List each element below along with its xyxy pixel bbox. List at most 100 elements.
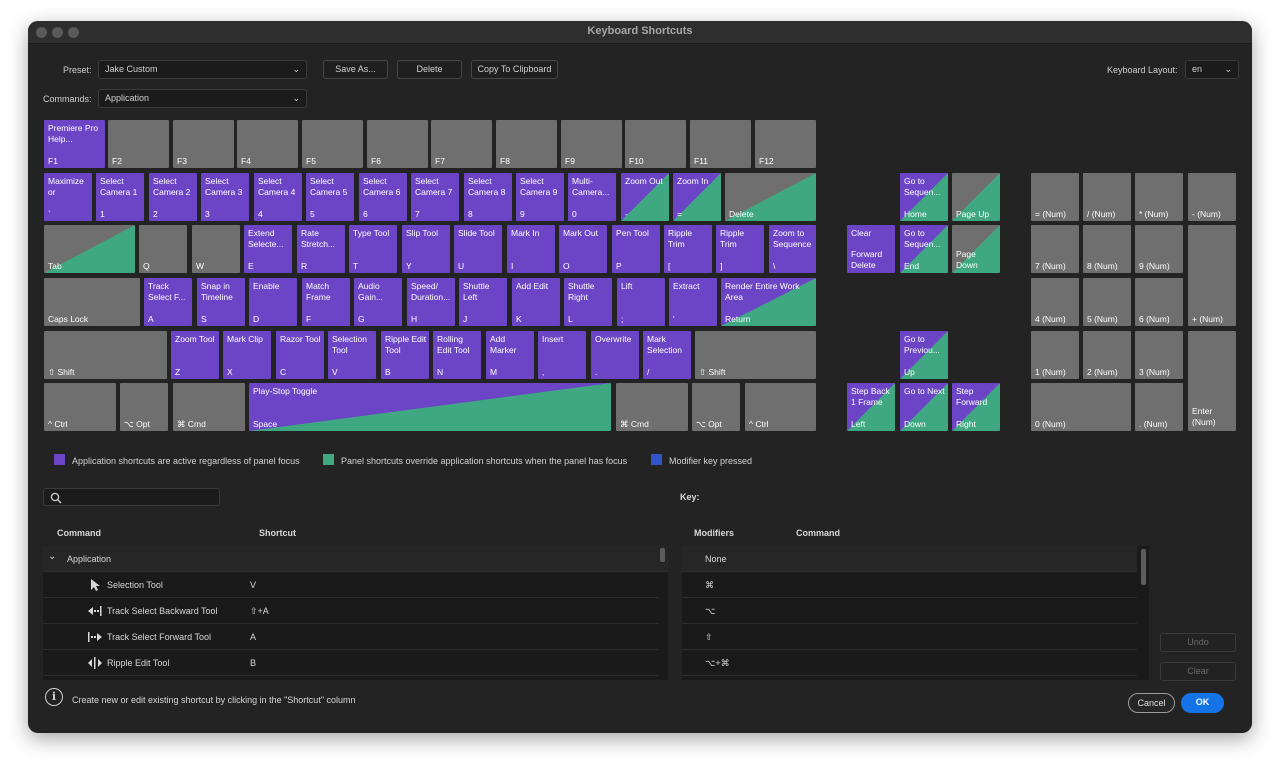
- key-right-cmd[interactable]: ⌘ Cmd: [616, 383, 688, 431]
- key-f[interactable]: Match Frame F: [302, 278, 350, 326]
- key-f10[interactable]: F10: [625, 120, 686, 168]
- key-delete[interactable]: Delete: [725, 173, 816, 221]
- column-header-shortcut[interactable]: Shortcut: [259, 528, 296, 538]
- key-tab[interactable]: Tab: [44, 225, 135, 273]
- commands-dropdown[interactable]: Application ⌄: [98, 89, 307, 108]
- key-forward-delete[interactable]: Clear Forward Delete: [847, 225, 895, 273]
- key-left-shift[interactable]: ⇧ Shift: [44, 331, 167, 379]
- save-as-button[interactable]: Save As...: [323, 60, 388, 79]
- key-space[interactable]: Play-Stop Toggle Space: [249, 383, 611, 431]
- key-num-add[interactable]: + (Num): [1188, 225, 1236, 326]
- key-p[interactable]: Pen Tool P: [612, 225, 660, 273]
- key-n[interactable]: Rolling Edit Tool N: [433, 331, 481, 379]
- key-l[interactable]: Shuttle Right L: [564, 278, 612, 326]
- key-c[interactable]: Razor Tool C: [276, 331, 324, 379]
- key-v[interactable]: Selection Tool V: [328, 331, 376, 379]
- key-w[interactable]: W: [192, 225, 240, 273]
- table-row[interactable]: Ripple Edit Tool B: [43, 650, 658, 676]
- shortcut-value[interactable]: ⇧+A: [250, 606, 269, 617]
- modifier-row[interactable]: ⌥: [682, 598, 1137, 624]
- copy-to-clipboard-button[interactable]: Copy To Clipboard: [471, 60, 558, 79]
- delete-preset-button[interactable]: Delete: [397, 60, 462, 79]
- key-0[interactable]: Multi-Camera... 0: [568, 173, 616, 221]
- key-o[interactable]: Mark Out O: [559, 225, 607, 273]
- key-num-divide[interactable]: / (Num): [1083, 173, 1131, 221]
- key-m[interactable]: Add Marker M: [486, 331, 534, 379]
- key-down-arrow[interactable]: Go to Next Down: [900, 383, 948, 431]
- key-f2[interactable]: F2: [108, 120, 169, 168]
- chevron-down-icon[interactable]: ⌄: [48, 551, 56, 562]
- key-equal[interactable]: Zoom In =: [673, 173, 721, 221]
- key-e[interactable]: Extend Selecte... E: [244, 225, 292, 273]
- key-left-arrow[interactable]: Step Back 1 Frame Left: [847, 383, 895, 431]
- key-k[interactable]: Add Edit K: [512, 278, 560, 326]
- key-left-bracket[interactable]: Ripple Trim [: [664, 225, 712, 273]
- modifiers-scrollbar[interactable]: [1141, 549, 1146, 585]
- key-s[interactable]: Snap in Timeline S: [197, 278, 245, 326]
- search-input[interactable]: [43, 488, 220, 506]
- key-h[interactable]: Speed/ Duration... H: [407, 278, 455, 326]
- key-slash[interactable]: Mark Selection /: [643, 331, 691, 379]
- modifier-row[interactable]: None: [682, 546, 1137, 572]
- key-a[interactable]: Track Select F... A: [144, 278, 192, 326]
- key-y[interactable]: Slip Tool Y: [402, 225, 450, 273]
- key-period[interactable]: Overwrite.: [591, 331, 639, 379]
- key-num-7[interactable]: 7 (Num): [1031, 225, 1079, 273]
- key-d[interactable]: Enable D: [249, 278, 297, 326]
- column-header-command[interactable]: Command: [57, 528, 101, 538]
- key-num-equal[interactable]: = (Num): [1031, 173, 1079, 221]
- key-j[interactable]: Shuttle Left J: [459, 278, 507, 326]
- key-comma[interactable]: Insert,: [538, 331, 586, 379]
- key-caps-lock[interactable]: Caps Lock: [44, 278, 140, 326]
- key-f7[interactable]: F7: [431, 120, 492, 168]
- key-minus[interactable]: Zoom Out -: [621, 173, 669, 221]
- key-left-cmd[interactable]: ⌘ Cmd: [173, 383, 245, 431]
- key-f11[interactable]: F11: [690, 120, 751, 168]
- key-g[interactable]: Audio Gain... G: [354, 278, 402, 326]
- key-quote[interactable]: Extract ': [669, 278, 717, 326]
- key-semicolon[interactable]: Lift;: [617, 278, 665, 326]
- key-1[interactable]: Select Camera 1 1: [96, 173, 144, 221]
- key-f1[interactable]: Premiere Pro Help... F1: [44, 120, 105, 168]
- key-8[interactable]: Select Camera 8 8: [464, 173, 512, 221]
- key-right-ctrl[interactable]: ^ Ctrl: [745, 383, 816, 431]
- modifier-row[interactable]: ⌥+⌘: [682, 650, 1137, 676]
- shortcut-value[interactable]: V: [250, 580, 256, 590]
- shortcut-value[interactable]: A: [250, 632, 256, 642]
- key-f8[interactable]: F8: [496, 120, 557, 168]
- key-num-subtract[interactable]: - (Num): [1188, 173, 1236, 221]
- key-x[interactable]: Mark Clip X: [223, 331, 271, 379]
- key-num-6[interactable]: 6 (Num): [1135, 278, 1183, 326]
- preset-dropdown[interactable]: Jake Custom ⌄: [98, 60, 307, 79]
- clear-button[interactable]: Clear: [1160, 662, 1236, 681]
- key-return[interactable]: Render Entire Work Area Return: [721, 278, 816, 326]
- modifier-row[interactable]: ⌘: [682, 572, 1137, 598]
- key-backslash[interactable]: Zoom to Sequence \: [769, 225, 816, 273]
- key-q[interactable]: Q: [139, 225, 187, 273]
- shortcut-value[interactable]: B: [250, 658, 256, 668]
- key-5[interactable]: Select Camera 5 5: [306, 173, 354, 221]
- key-f9[interactable]: F9: [561, 120, 622, 168]
- table-row[interactable]: Selection Tool V: [43, 572, 658, 598]
- key-9[interactable]: Select Camera 9 9: [516, 173, 564, 221]
- key-num-multiply[interactable]: * (Num): [1135, 173, 1183, 221]
- key-6[interactable]: Select Camera 6 6: [359, 173, 407, 221]
- table-row[interactable]: Track Select Forward Tool A: [43, 624, 658, 650]
- key-num-4[interactable]: 4 (Num): [1031, 278, 1079, 326]
- modifier-row[interactable]: ⇧: [682, 624, 1137, 650]
- table-row[interactable]: Track Select Backward Tool ⇧+A: [43, 598, 658, 624]
- key-f12[interactable]: F12: [755, 120, 816, 168]
- key-num-2[interactable]: 2 (Num): [1083, 331, 1131, 379]
- key-grave[interactable]: Maximize or `: [44, 173, 92, 221]
- key-page-down[interactable]: Page Down: [952, 225, 1000, 273]
- key-right-opt[interactable]: ⌥ Opt: [692, 383, 740, 431]
- key-z[interactable]: Zoom Tool Z: [171, 331, 219, 379]
- key-num-3[interactable]: 3 (Num): [1135, 331, 1183, 379]
- key-num-0[interactable]: 0 (Num): [1031, 383, 1131, 431]
- key-num-enter[interactable]: Enter (Num): [1188, 331, 1236, 431]
- key-right-arrow[interactable]: Step Forward Right: [952, 383, 1000, 431]
- key-home[interactable]: Go to Sequen... Home: [900, 173, 948, 221]
- key-num-9[interactable]: 9 (Num): [1135, 225, 1183, 273]
- key-f3[interactable]: F3: [173, 120, 234, 168]
- key-page-up[interactable]: Page Up: [952, 173, 1000, 221]
